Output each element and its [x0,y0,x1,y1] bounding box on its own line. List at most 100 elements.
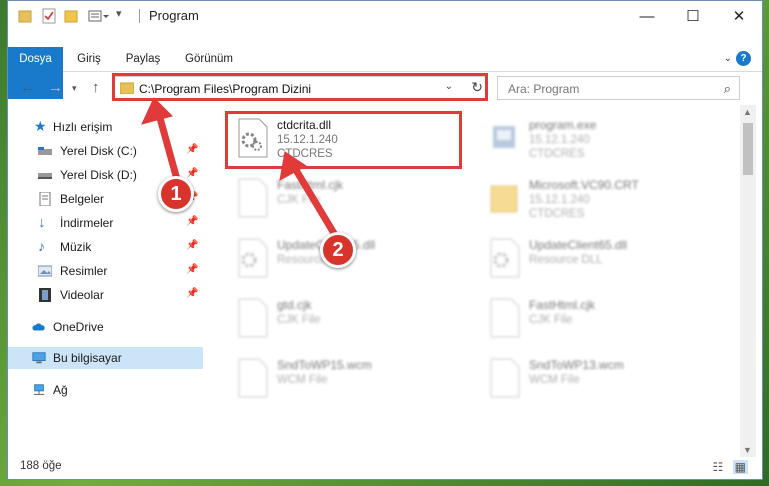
file-name: FastHtml.cjk [529,298,595,312]
sidebar-item-label: Videolar [60,288,104,302]
pin-icon: 📌 [186,288,199,299]
view-toggle: ☷ ▦ [713,460,748,474]
properties-icon[interactable] [42,8,56,24]
tab-share[interactable]: Paylaş [118,47,168,71]
tab-view[interactable]: Görünüm [178,47,240,71]
minimize-button[interactable]: — [624,1,670,31]
drive-icon [38,147,52,155]
search-box[interactable]: Ara: Program ⌕ [497,76,740,100]
file-version: CJK File [529,314,573,326]
file-version: CJK File [277,314,321,326]
sidebar-item-label: OneDrive [53,320,104,334]
file-name: SndToWP13.wcm [529,358,624,372]
file-item[interactable]: gtd.cjk CJK File [231,292,461,344]
scroll-down-icon[interactable]: ▼ [743,445,752,455]
file-icon [238,358,268,398]
file-item[interactable]: SndToWP13.wcm WCM File [483,352,713,404]
file-version: CJK File [277,194,321,206]
new-folder-icon[interactable] [64,8,78,24]
pin-icon: 📌 [186,168,199,179]
scroll-up-icon[interactable]: ▲ [743,107,752,117]
sidebar-item-videos[interactable]: Videolar 📌 [8,284,203,306]
sidebar-item-onedrive[interactable]: OneDrive [8,316,203,338]
file-item[interactable]: Microsoft.VC90.CRT 15.12.1.240 CTDCRES [483,172,713,224]
sidebar-item-music[interactable]: ♪ Müzik 📌 [8,236,203,258]
file-version: WCM File [277,374,328,386]
scrollbar-thumb[interactable] [743,123,753,175]
forward-arrow-icon[interactable]: → [48,79,63,96]
sidebar-item-this-pc[interactable]: Bu bilgisayar [8,347,203,369]
file-icon [238,178,268,218]
pin-icon: 📌 [186,240,199,251]
file-name: gtd.cjk [277,298,312,312]
file-name: UpdateClient65.dll [529,238,628,252]
file-version: WCM File [529,374,580,386]
item-count: 188 öğe [20,460,62,472]
tab-home[interactable]: Giriş [64,47,114,71]
file-name: program.exe [529,118,597,132]
sidebar-item-label: Hızlı erişim [53,120,113,134]
file-name: SndToWP15.wcm [277,358,372,372]
file-icon [490,358,520,398]
details-view-icon[interactable]: ☷ [713,460,724,474]
navigation-pane: ★ Hızlı erişim Yerel Disk (C:) 📌 Yerel D… [8,111,203,451]
dll-gear-icon [238,238,268,278]
file-version: 15.12.1.240 [529,194,590,206]
file-item-program-exe[interactable]: program.exe 15.12.1.240 CTDCRES [483,112,713,164]
network-icon [33,384,45,395]
pin-icon: 📌 [186,144,199,155]
music-icon: ♪ [38,238,45,254]
sidebar-item-label: Ağ [53,383,68,397]
explorer-window: ▾ Program — ☐ ✕ Dosya Giriş Paylaş Görün… [7,0,763,480]
file-name: FastHtml.cjk [277,178,343,192]
ribbon-tabs: Dosya Giriş Paylaş Görünüm ⌄ ? [8,47,762,99]
help-icon[interactable]: ? [736,51,751,66]
computer-icon [32,352,46,364]
address-highlight [112,73,488,101]
quick-access-dropdown-icon[interactable]: ▾ [116,7,122,23]
close-button[interactable]: ✕ [716,1,762,31]
back-arrow-icon[interactable]: ← [20,79,35,96]
sidebar-item-pictures[interactable]: Resimler 📌 [8,260,203,282]
file-version: Resource DLL [529,254,603,266]
maximize-button[interactable]: ☐ [670,1,716,31]
document-icon [39,192,51,206]
sidebar-item-label: Bu bilgisayar [53,351,122,365]
dll-gear-icon [490,238,520,278]
file-item[interactable]: FastHtml.cjk CJK File [231,172,461,224]
sidebar-item-network[interactable]: Ağ [8,379,203,401]
pin-icon: 📌 [186,216,199,227]
sidebar-item-disk-c[interactable]: Yerel Disk (C:) 📌 [8,140,203,162]
sidebar-item-label: Müzik [60,240,92,254]
pin-icon: 📌 [186,264,199,275]
sidebar-item-label: İndirmeler [60,216,114,230]
search-input[interactable]: Ara: Program [508,82,579,96]
file-icon [238,298,268,338]
file-type: CTDCRES [529,208,585,220]
star-icon: ★ [34,118,47,134]
file-item[interactable]: UpdateClient65.dll Resource DLL [483,232,713,284]
sidebar-item-downloads[interactable]: ↓ İndirmeler 📌 [8,212,203,234]
sidebar-item-quick-access[interactable]: ★ Hızlı erişim [8,116,203,138]
sidebar-item-label: Belgeler [60,192,105,206]
picture-icon [38,265,52,277]
file-version: 15.12.1.240 [529,134,590,146]
file-item[interactable]: SndToWP15.wcm WCM File [231,352,461,404]
title-bar: ▾ Program — ☐ ✕ [8,1,762,31]
file-type: CTDCRES [529,148,585,160]
sidebar-item-label: Resimler [60,264,108,278]
search-icon[interactable]: ⌕ [724,81,731,97]
large-icons-view-icon[interactable]: ▦ [732,460,748,474]
file-item[interactable]: FastHtml.cjk CJK File [483,292,713,344]
title-separator [139,9,140,23]
file-icon [490,298,520,338]
step-badge-2: 2 [320,232,356,268]
folder-icon [490,185,518,213]
vertical-scrollbar[interactable]: ▲ ▼ [740,105,756,457]
sidebar-item-label: Yerel Disk (C:) [60,144,137,158]
up-arrow-icon[interactable]: ↑ [92,79,100,96]
recent-dropdown-icon[interactable]: ▾ [72,83,77,94]
customize-toolbar-icon[interactable] [88,8,110,24]
drive-icon [38,173,52,179]
ribbon-expand-icon[interactable]: ⌄ [724,53,732,64]
